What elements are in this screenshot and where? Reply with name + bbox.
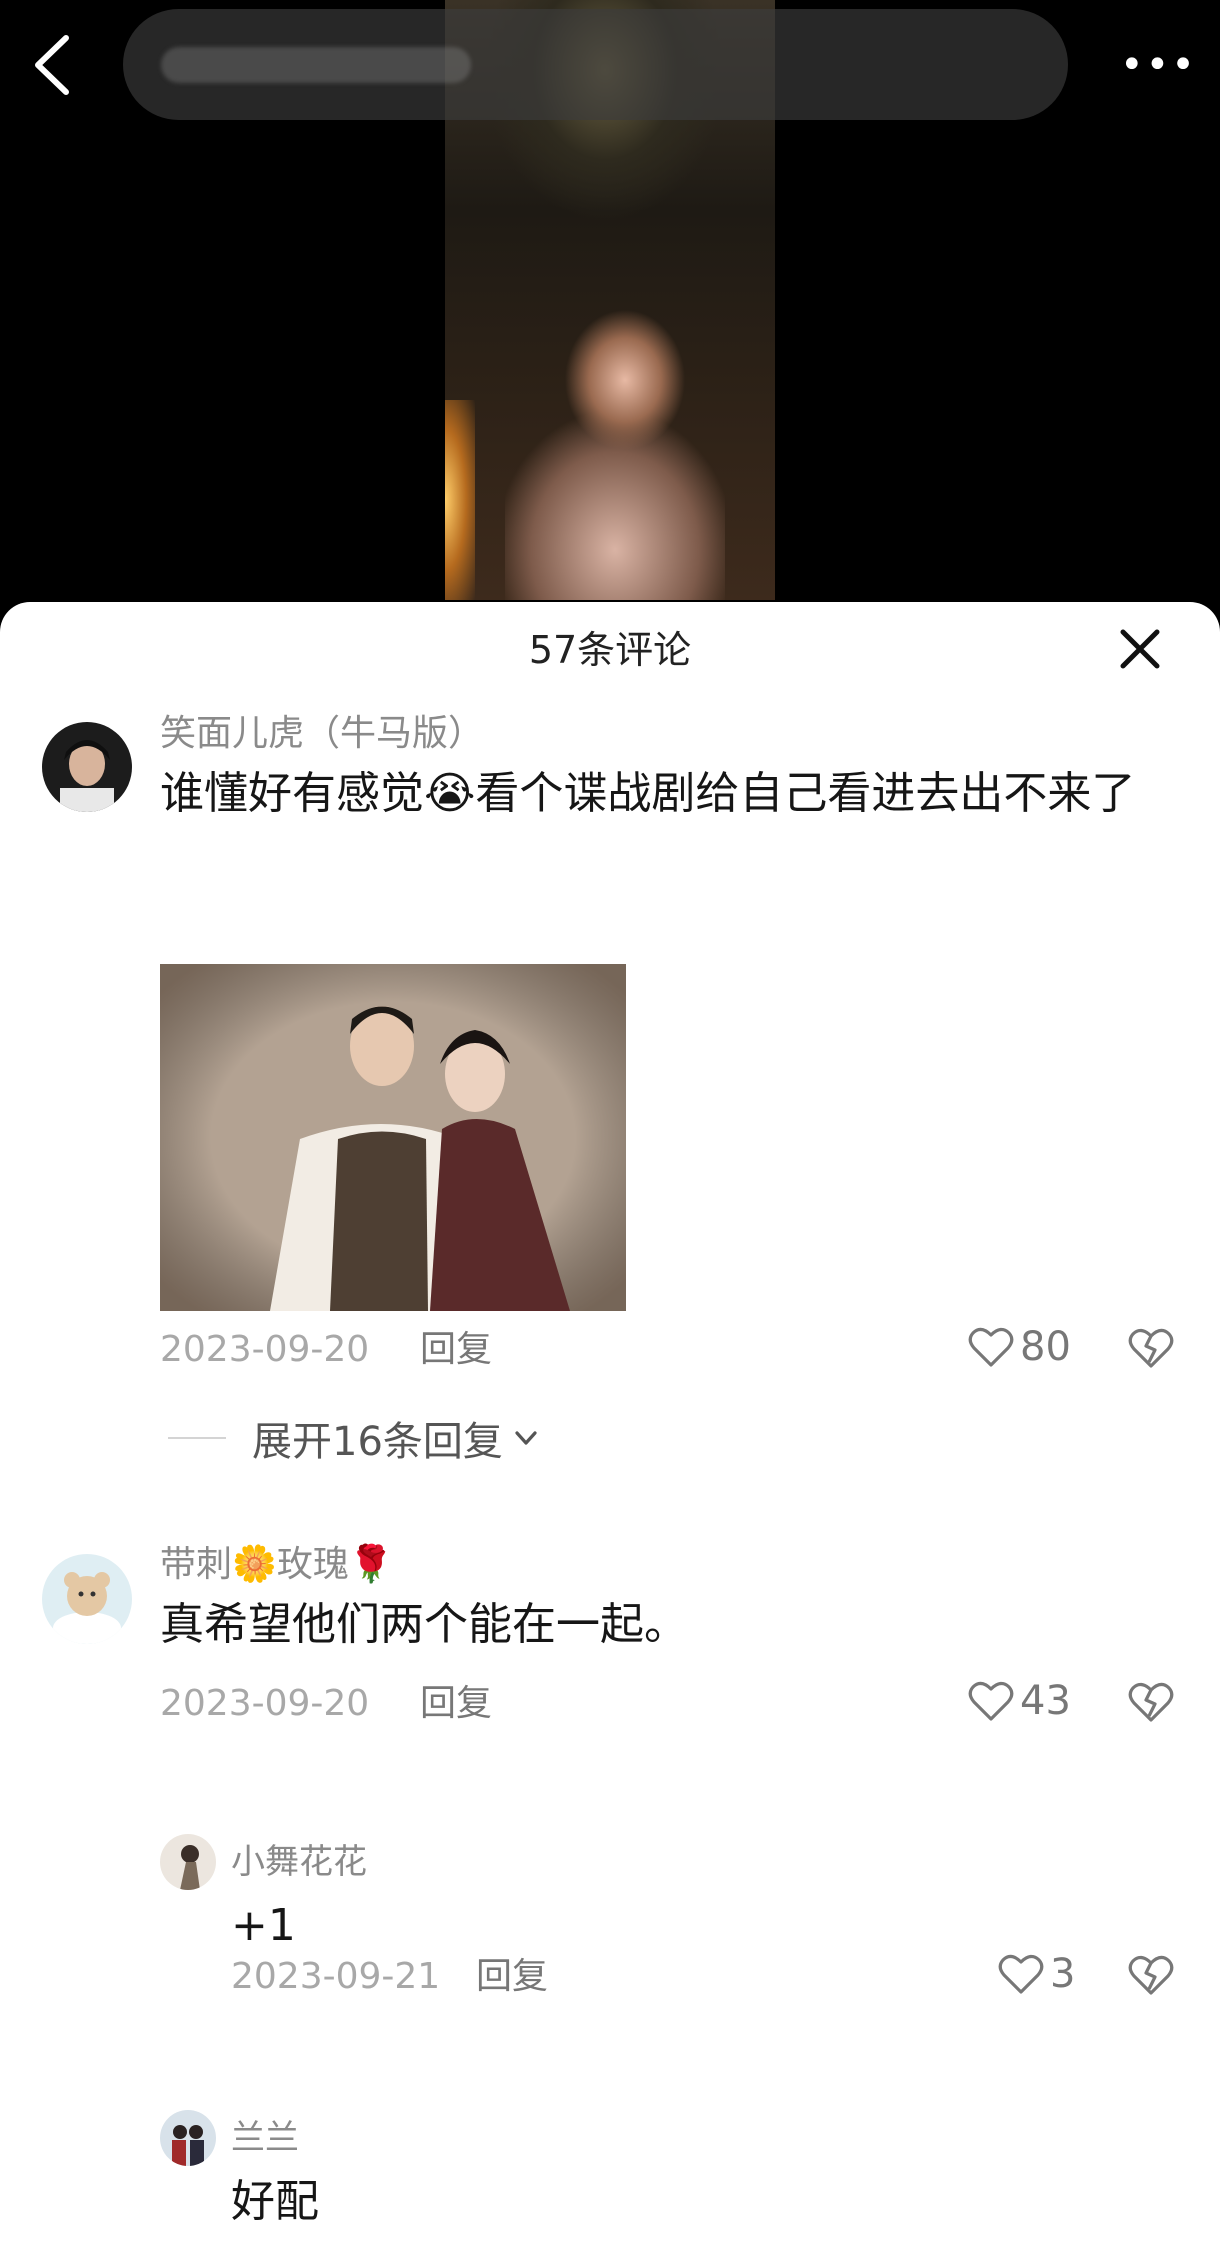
expand-replies-button[interactable]: 展开16条回复 xyxy=(168,1410,541,1466)
close-button[interactable] xyxy=(1115,624,1165,674)
reply-button[interactable]: 回复 xyxy=(476,1952,548,2002)
reply-button[interactable]: 回复 xyxy=(420,1679,492,1729)
chevron-left-icon xyxy=(35,35,69,95)
comment-count-title: 57条评论 xyxy=(528,628,692,672)
like-count: 43 xyxy=(1020,1678,1071,1724)
like-count: 80 xyxy=(1020,1324,1071,1370)
heart-icon xyxy=(998,1954,1044,1994)
comment-sheet: 57条评论 笑面儿虎（牛马版） 谁懂好有感觉😭看个谍战剧给自己看进去出不来了 2… xyxy=(0,602,1220,2253)
reply-button[interactable]: 回复 xyxy=(420,1325,492,1375)
expand-replies-label: 展开16条回复 xyxy=(252,1419,503,1465)
reply-date: 2023-09-21 xyxy=(231,1956,441,1997)
divider-dash xyxy=(168,1437,226,1439)
comment-photo[interactable] xyxy=(160,964,626,1311)
broken-heart-icon xyxy=(1128,1955,1174,1995)
like-button[interactable]: 80 xyxy=(968,1322,1071,1372)
search-bar[interactable] xyxy=(123,9,1068,120)
dislike-button[interactable] xyxy=(1126,1949,1176,1999)
comment-author-name[interactable]: 笑面儿虎（牛马版） xyxy=(160,709,484,759)
more-icon: ••• xyxy=(1120,42,1197,88)
avatar[interactable] xyxy=(160,1834,216,1890)
avatar[interactable] xyxy=(42,1554,132,1644)
back-button[interactable] xyxy=(28,30,78,100)
like-button[interactable]: 3 xyxy=(998,1949,1075,1999)
like-button[interactable]: 43 xyxy=(968,1676,1071,1726)
comment-date: 2023-09-20 xyxy=(160,1683,370,1724)
reply-author-name[interactable]: 小舞花花 xyxy=(231,1837,367,1887)
comment-text: 真希望他们两个能在一起。 xyxy=(160,1599,688,1650)
comment-author-name[interactable]: 带刺🌼玫瑰🌹 xyxy=(160,1540,394,1590)
like-count: 3 xyxy=(1050,1951,1076,1997)
reply-text: 好配 xyxy=(231,2176,319,2227)
comment-date: 2023-09-20 xyxy=(160,1329,370,1370)
avatar[interactable] xyxy=(160,2110,216,2166)
chevron-down-icon xyxy=(515,1431,537,1445)
top-bar: ••• xyxy=(0,0,1220,130)
search-query-blurred xyxy=(161,47,471,83)
broken-heart-icon xyxy=(1128,1328,1174,1368)
dislike-button[interactable] xyxy=(1126,1676,1176,1726)
reply-text: +1 xyxy=(231,1900,296,1951)
reply-author-name[interactable]: 兰兰 xyxy=(231,2113,299,2163)
more-button[interactable]: ••• xyxy=(1120,40,1195,90)
video-figure-woman xyxy=(505,300,725,600)
video-light-glow xyxy=(445,400,475,600)
comment-text: 谁懂好有感觉😭看个谍战剧给自己看进去出不来了 xyxy=(160,768,1136,819)
heart-icon xyxy=(968,1327,1014,1367)
dislike-button[interactable] xyxy=(1126,1322,1176,1372)
broken-heart-icon xyxy=(1128,1682,1174,1722)
close-icon xyxy=(1120,629,1160,669)
heart-icon xyxy=(968,1681,1014,1721)
avatar[interactable] xyxy=(42,722,132,812)
